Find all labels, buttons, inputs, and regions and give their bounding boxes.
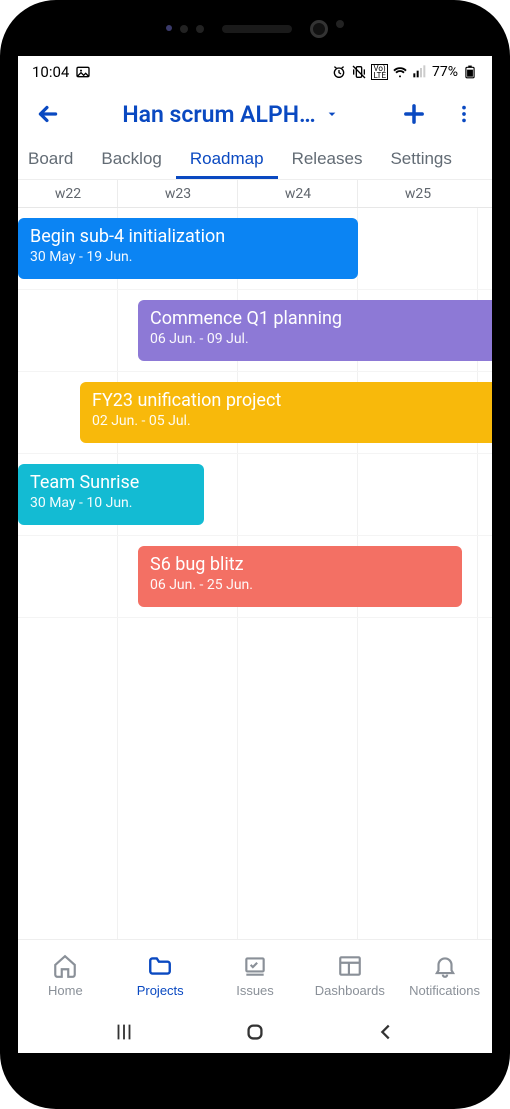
epic-date-range: 06 Jun. - 09 Jul.	[150, 331, 486, 347]
nav-label: Issues	[236, 983, 274, 998]
epic-row: Team Sunrise 30 May - 10 Jun.	[18, 454, 492, 536]
wifi-icon	[392, 64, 408, 80]
project-switcher[interactable]: Han scrum ALPH…	[76, 101, 386, 128]
signal-icon	[412, 64, 428, 80]
arrow-left-icon	[35, 101, 61, 127]
epic-date-range: 06 Jun. - 25 Jun.	[150, 577, 450, 593]
epic-bar[interactable]: FY23 unification project 02 Jun. - 05 Jul…	[80, 382, 492, 443]
nav-issues[interactable]: Issues	[208, 940, 303, 1011]
home-system-icon	[244, 1021, 266, 1043]
tab-roadmap[interactable]: Roadmap	[176, 140, 278, 179]
epic-row: FY23 unification project 02 Jun. - 05 Jul…	[18, 372, 492, 454]
nav-label: Notifications	[409, 983, 480, 998]
epic-date-range: 30 May - 10 Jun.	[30, 495, 192, 511]
recents-icon	[113, 1021, 135, 1043]
folder-icon	[147, 953, 173, 979]
epic-row: Commence Q1 planning 06 Jun. - 09 Jul.	[18, 290, 492, 372]
project-title: Han scrum ALPH…	[122, 101, 315, 128]
roadmap-timeline[interactable]: Begin sub-4 initialization 30 May - 19 Ju…	[18, 208, 492, 939]
tab-backlog[interactable]: Backlog	[87, 140, 175, 179]
view-tabs: Board Backlog Roadmap Releases Settings	[18, 140, 492, 180]
tab-releases[interactable]: Releases	[278, 140, 377, 179]
nav-label: Home	[48, 983, 83, 998]
status-bar: 10:04 Vo)LTE 77%	[18, 56, 492, 88]
epic-date-range: 30 May - 19 Jun.	[30, 249, 346, 265]
system-nav	[18, 1011, 492, 1053]
week-label: w25	[358, 180, 478, 207]
nav-label: Dashboards	[315, 983, 385, 998]
week-label: w23	[118, 180, 238, 207]
bell-icon	[432, 953, 458, 979]
volte-icon: Vo)LTE	[371, 64, 388, 80]
vibrate-mute-icon	[351, 64, 367, 80]
epic-title: Team Sunrise	[30, 472, 192, 493]
nav-label: Projects	[137, 983, 184, 998]
back-button[interactable]	[26, 92, 70, 136]
epic-bar[interactable]: Begin sub-4 initialization 30 May - 19 Ju…	[18, 218, 358, 279]
nav-projects[interactable]: Projects	[113, 940, 208, 1011]
epic-title: FY23 unification project	[92, 390, 488, 411]
week-header: w22 w23 w24 w25	[18, 180, 492, 208]
epic-title: Begin sub-4 initialization	[30, 226, 346, 247]
app-bar: Han scrum ALPH…	[18, 88, 492, 140]
status-time: 10:04	[32, 63, 69, 81]
chevron-down-icon	[324, 106, 340, 122]
epic-bar[interactable]: Team Sunrise 30 May - 10 Jun.	[18, 464, 204, 525]
epic-bar[interactable]: S6 bug blitz 06 Jun. - 25 Jun.	[138, 546, 462, 607]
nav-home[interactable]: Home	[18, 940, 113, 1011]
issues-icon	[242, 953, 268, 979]
week-label: w24	[238, 180, 358, 207]
battery-level: 77%	[432, 64, 458, 80]
back-system-button[interactable]	[366, 1012, 406, 1052]
week-label: w22	[18, 180, 118, 207]
epic-title: S6 bug blitz	[150, 554, 450, 575]
more-vertical-icon	[453, 103, 475, 125]
home-button[interactable]	[235, 1012, 275, 1052]
tab-settings[interactable]: Settings	[376, 140, 465, 179]
alarm-icon	[331, 64, 347, 80]
epic-title: Commence Q1 planning	[150, 308, 486, 329]
status-right: Vo)LTE 77%	[331, 64, 478, 80]
overflow-button[interactable]	[442, 92, 486, 136]
bottom-nav: Home Projects Issues Dashboards Notifica…	[18, 939, 492, 1011]
epic-bar[interactable]: Commence Q1 planning 06 Jun. - 09 Jul.	[138, 300, 492, 361]
plus-icon	[400, 100, 428, 128]
home-icon	[52, 953, 78, 979]
nav-dashboards[interactable]: Dashboards	[302, 940, 397, 1011]
nav-notifications[interactable]: Notifications	[397, 940, 492, 1011]
dashboards-icon	[337, 953, 363, 979]
image-icon	[75, 64, 91, 80]
epic-date-range: 02 Jun. - 05 Jul.	[92, 413, 488, 429]
add-button[interactable]	[392, 92, 436, 136]
tab-board[interactable]: Board	[18, 140, 87, 179]
chevron-left-icon	[375, 1021, 397, 1043]
epic-row: Begin sub-4 initialization 30 May - 19 Ju…	[18, 208, 492, 290]
epic-row: S6 bug blitz 06 Jun. - 25 Jun.	[18, 536, 492, 618]
battery-icon	[462, 64, 478, 80]
recents-button[interactable]	[104, 1012, 144, 1052]
